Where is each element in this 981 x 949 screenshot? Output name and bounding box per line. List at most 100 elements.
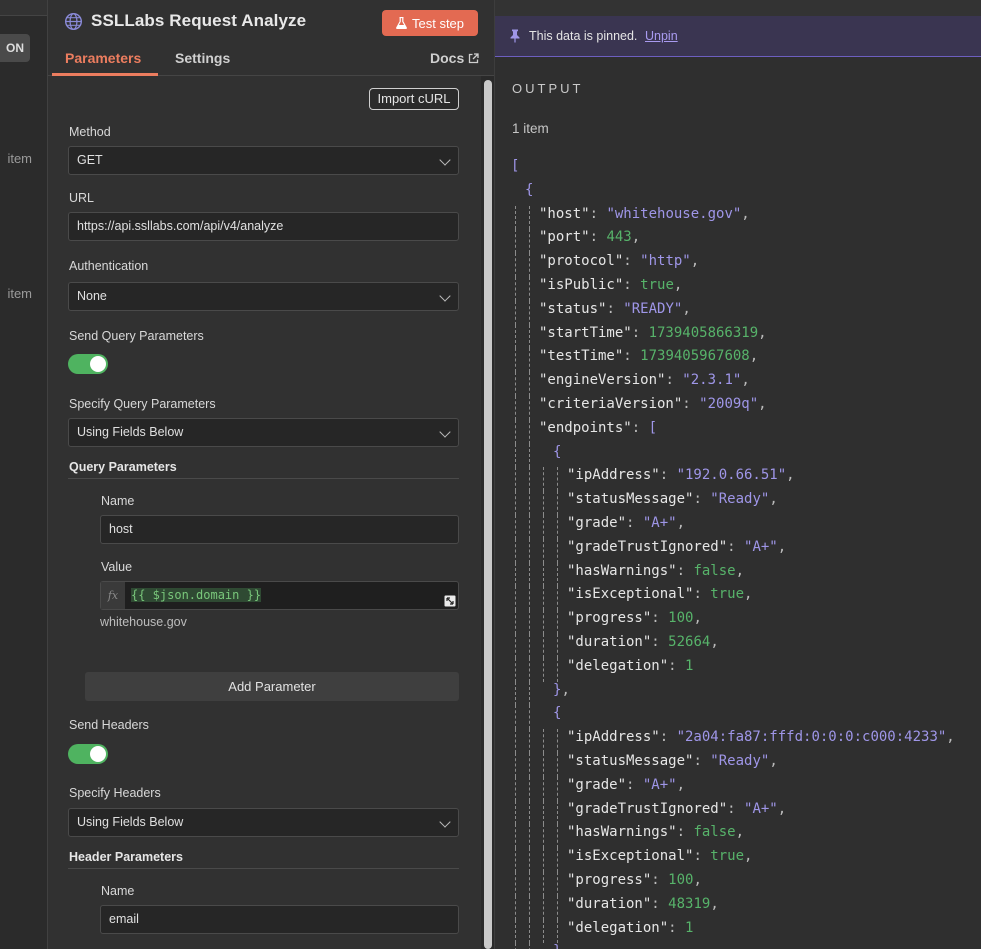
json-line: "grade": "A+", — [567, 513, 685, 533]
json-line: "criteriaVersion": "2009q", — [539, 394, 767, 414]
json-line: "gradeTrustIgnored": "A+", — [567, 799, 786, 819]
pinned-message: This data is pinned. — [529, 29, 638, 43]
json-key: "startTime" — [539, 324, 632, 341]
indent-guide — [515, 205, 516, 230]
indent-guide — [529, 776, 530, 801]
chevron-down-icon — [439, 154, 451, 166]
unpin-link[interactable]: Unpin — [645, 29, 678, 43]
json-value: "192.0.66.51" — [676, 467, 787, 484]
send-query-toggle[interactable] — [68, 354, 108, 374]
scrollbar-thumb[interactable] — [484, 80, 492, 949]
json-line: "delegation": 1 — [567, 918, 693, 938]
json-value: 52664 — [668, 634, 711, 650]
indent-guide — [515, 943, 516, 949]
active-tab-indicator — [52, 73, 158, 76]
json-key: "progress" — [567, 610, 652, 627]
json-value: 443 — [606, 229, 632, 246]
json-punctuation: : — [626, 515, 643, 531]
indent-guide — [557, 872, 558, 896]
json-punctuation: : — [676, 562, 694, 579]
json-key: "duration" — [567, 634, 652, 650]
query-params-heading: Query Parameters — [69, 460, 177, 474]
indent-guide — [529, 586, 530, 611]
chevron-down-icon — [439, 290, 451, 302]
indent-guide — [515, 824, 516, 849]
indent-guide — [515, 753, 516, 777]
indent-guide — [529, 348, 530, 373]
specify-query-label: Specify Query Parameters — [69, 397, 216, 411]
indent-guide — [557, 515, 558, 539]
json-punctuation: , — [710, 634, 719, 650]
json-punctuation: , — [744, 586, 753, 603]
json-punctuation: : — [682, 396, 700, 412]
indent-guide — [515, 919, 516, 944]
indent-guide — [529, 919, 530, 944]
indent-guide — [515, 229, 516, 254]
header-name-label: Name — [101, 884, 135, 898]
expand-icon[interactable] — [444, 595, 456, 607]
canvas-item-label: item — [7, 286, 32, 301]
json-value: } — [553, 943, 561, 949]
indent-guide — [515, 776, 516, 801]
url-label: URL — [69, 191, 95, 205]
json-punctuation: , — [676, 776, 686, 793]
header-name-input[interactable]: email — [100, 905, 459, 934]
docs-label: Docs — [430, 50, 465, 66]
flask-icon — [396, 17, 407, 29]
specify-headers-value: Using Fields Below — [77, 815, 184, 829]
expression-result: whitehouse.gov — [100, 615, 187, 629]
tab-settings[interactable]: Settings — [175, 50, 230, 66]
indent-guide — [515, 705, 516, 730]
json-punctuation: , — [758, 396, 767, 412]
pinned-data-banner: This data is pinned. Unpin — [495, 16, 981, 57]
url-input[interactable]: https://api.ssllabs.com/api/v4/analyze — [68, 212, 459, 241]
json-value: [ — [648, 419, 658, 436]
tab-parameters[interactable]: Parameters — [65, 50, 141, 66]
indent-guide — [515, 895, 516, 920]
json-value: 1 — [685, 919, 694, 936]
query-value-expression[interactable]: fx {{ $json.domain }} — [100, 581, 459, 610]
canvas-button[interactable]: ON — [0, 34, 30, 62]
node-title[interactable]: SSLLabs Request Analyze — [91, 11, 306, 31]
json-punctuation: , — [769, 491, 778, 508]
json-line: { — [553, 442, 561, 462]
method-select[interactable]: GET — [68, 146, 459, 175]
import-curl-button[interactable]: Import cURL — [369, 88, 459, 110]
divider — [68, 478, 459, 479]
docs-link[interactable]: Docs — [430, 50, 479, 66]
specify-headers-select[interactable]: Using Fields Below — [68, 808, 459, 837]
json-punctuation: : — [589, 205, 607, 222]
json-key: "criteriaVersion" — [539, 396, 683, 412]
url-value: https://api.ssllabs.com/api/v4/analyze — [77, 219, 284, 233]
json-line: }, — [553, 680, 570, 700]
json-punctuation: : — [659, 467, 677, 484]
external-link-icon — [469, 52, 479, 63]
json-punctuation: : — [651, 895, 669, 912]
specify-query-select[interactable]: Using Fields Below — [68, 418, 459, 447]
test-step-button[interactable]: Test step — [382, 10, 478, 36]
json-line: "ipAddress": "2a04:fa87:fffd:0:0:0:c000:… — [567, 727, 955, 747]
json-key: "progress" — [567, 872, 652, 888]
json-line: "hasWarnings": false, — [567, 822, 744, 842]
indent-guide — [515, 848, 516, 872]
json-line: "engineVersion": "2.3.1", — [539, 370, 750, 390]
indent-guide — [529, 538, 530, 563]
json-value: 48319 — [668, 895, 711, 912]
indent-guide — [529, 491, 530, 515]
json-punctuation: , — [741, 372, 750, 389]
authentication-select[interactable]: None — [68, 282, 459, 311]
json-value: { — [525, 181, 534, 198]
json-value: "Ready" — [710, 753, 770, 769]
send-headers-toggle[interactable] — [68, 744, 108, 764]
authentication-label: Authentication — [69, 259, 149, 273]
indent-guide — [543, 872, 544, 896]
indent-guide — [543, 562, 544, 587]
json-key: "protocol" — [539, 253, 624, 270]
json-key: "engineVersion" — [539, 372, 666, 389]
json-value: true — [710, 848, 745, 865]
query-name-input[interactable]: host — [100, 515, 459, 544]
query-value-label: Value — [101, 560, 133, 574]
add-parameter-button[interactable]: Add Parameter — [85, 672, 459, 701]
json-value: "A+" — [642, 776, 677, 793]
indent-guide — [557, 824, 558, 849]
